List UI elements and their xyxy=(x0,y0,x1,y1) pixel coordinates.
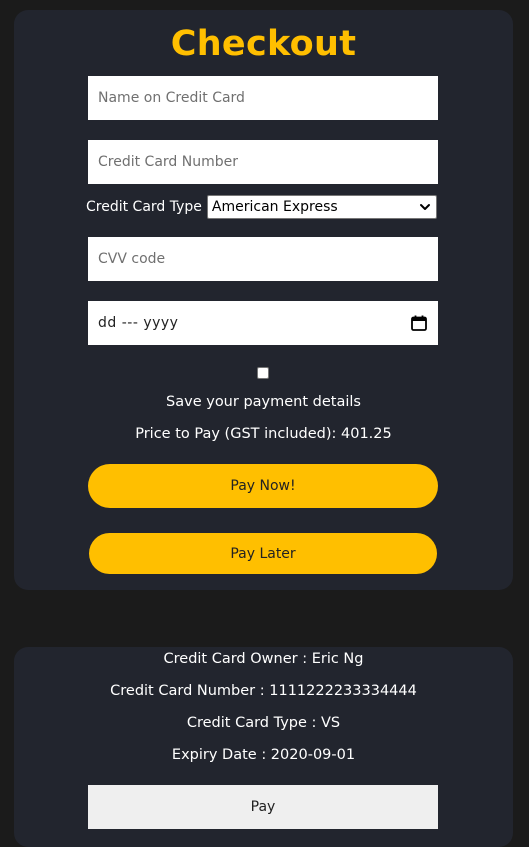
saved-card-panel: Credit Card Owner : Eric Ng Credit Card … xyxy=(14,647,513,847)
card-owner-text: Credit Card Owner : Eric Ng xyxy=(163,651,364,667)
expiry-date-input[interactable]: dd --- yyyy xyxy=(88,301,438,345)
checkout-title: Checkout xyxy=(170,24,357,64)
card-number-text: Credit Card Number : 1111222233334444 xyxy=(110,683,417,699)
calendar-icon[interactable] xyxy=(410,314,428,332)
card-type-text: Credit Card Type : VS xyxy=(186,715,341,731)
price-to-pay: Price to Pay (GST included): 401.25 xyxy=(135,426,392,442)
cvv-input[interactable] xyxy=(88,237,438,281)
pay-later-button[interactable]: Pay Later xyxy=(89,533,437,574)
pay-button[interactable]: Pay xyxy=(88,785,438,829)
expiry-date-value: dd --- yyyy xyxy=(98,315,179,331)
name-on-card-input[interactable] xyxy=(88,76,438,120)
save-details-checkbox[interactable] xyxy=(257,367,269,379)
card-number-input[interactable] xyxy=(88,140,438,184)
card-type-label: Credit Card Type xyxy=(86,199,202,215)
pay-now-button[interactable]: Pay Now! xyxy=(88,464,438,508)
expiry-date-text: Expiry Date : 2020-09-01 xyxy=(171,747,356,763)
card-type-row: Credit Card Type American Express xyxy=(86,195,437,219)
chevron-down-icon xyxy=(419,204,430,210)
save-details-label: Save your payment details xyxy=(166,394,361,410)
checkout-card: Checkout Credit Card Type American Expre… xyxy=(14,10,513,590)
card-type-selected-value: American Express xyxy=(211,199,338,215)
card-type-select[interactable]: American Express xyxy=(206,195,437,219)
